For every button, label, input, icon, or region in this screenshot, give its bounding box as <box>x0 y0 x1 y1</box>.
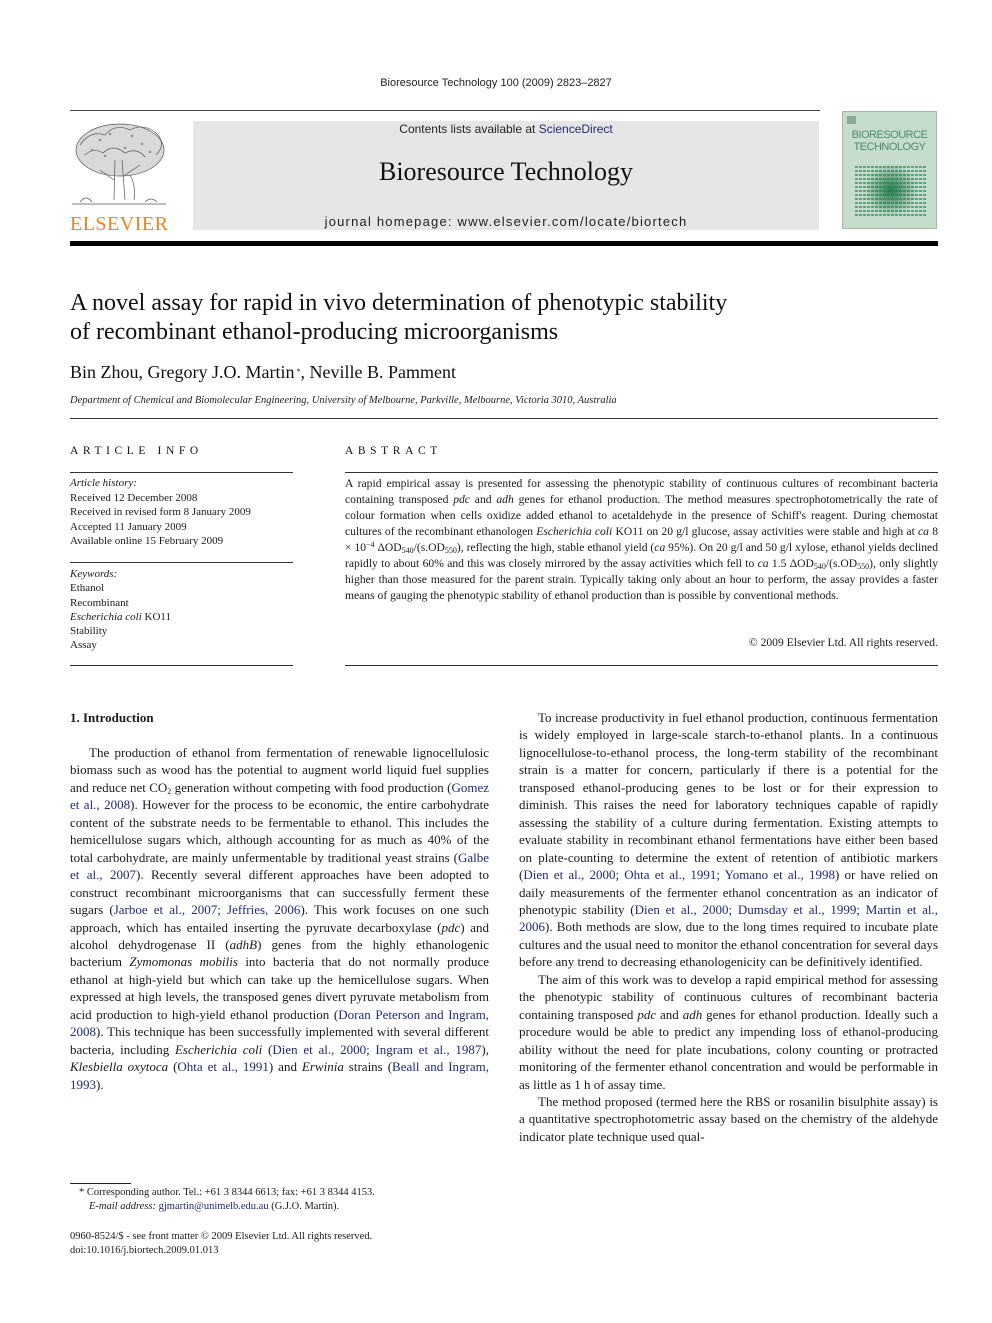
citation-link[interactable]: Dien et al., 2000; Dumsday et al., 1999;… <box>519 902 938 934</box>
history-received: Received 12 December 2008 <box>70 491 198 504</box>
citation-link[interactable]: Doran Peterson and Ingram, 2008 <box>70 1007 489 1039</box>
cover-title-line1: BIORESOURCE <box>851 129 928 141</box>
article-info-heading: ARTICLE INFO <box>70 445 203 457</box>
body-paragraph: The aim of this work was to develop a ra… <box>519 971 938 1092</box>
italic-term: pdc <box>637 1006 657 1022</box>
doi-link[interactable]: doi:10.1016/j.biortech.2009.01.013 <box>70 1244 372 1258</box>
author-name[interactable]: Gregory J.O. Martin <box>148 362 295 382</box>
author-name[interactable]: Bin Zhou <box>70 362 139 382</box>
history-accepted: Accepted 11 January 2009 <box>70 520 187 533</box>
italic-term: adhB <box>229 936 258 952</box>
superscript: −4 <box>366 539 375 549</box>
author-separator: , <box>138 362 148 382</box>
journal-banner: Contents lists available at ScienceDirec… <box>193 121 819 230</box>
contents-availability: Contents lists available at ScienceDirec… <box>193 122 819 136</box>
subscript: 550 <box>857 561 870 571</box>
author-separator: , <box>300 362 310 382</box>
citation-link[interactable]: Dien et al., 2000; Ingram et al., 1987 <box>272 1042 481 1057</box>
subscript: 540 <box>401 545 414 555</box>
corresponding-author-footnote: * Corresponding author. Tel.: +61 3 8344… <box>79 1186 375 1214</box>
cover-dot-pattern <box>855 164 927 216</box>
citation-link[interactable]: Ohta et al., 1991 <box>177 1059 268 1074</box>
keywords-label: Keywords: <box>70 568 118 580</box>
article-info-rule <box>70 472 293 473</box>
journal-cover-thumbnail[interactable]: BIORESOURCE TECHNOLOGY <box>842 111 937 229</box>
history-online: Available online 15 February 2009 <box>70 535 224 547</box>
italic-term: pdc <box>441 919 461 935</box>
elsevier-tree-icon <box>70 120 168 208</box>
abstract-rule <box>345 472 938 473</box>
subscript: 550 <box>444 545 457 555</box>
body-paragraph: The method proposed (termed here the RBS… <box>519 1093 938 1144</box>
italic-term: adh <box>682 1006 703 1022</box>
keywords-list: Keywords: Ethanol Recombinant Escherichi… <box>70 567 171 653</box>
citation-link[interactable]: Jarboe et al., 2007; Jeffries, 2006 <box>114 902 301 917</box>
elsevier-wordmark: ELSEVIER <box>70 213 169 235</box>
italic-term: ca <box>757 556 769 570</box>
cover-title-line2: TECHNOLOGY <box>853 141 926 153</box>
italic-term: pdc <box>453 492 470 506</box>
italic-term: Escherichia coli <box>536 524 613 538</box>
keyword-item: Escherichia coli KO11 <box>70 610 171 624</box>
italic-term: Zymomonas mobilis <box>129 954 238 970</box>
abstract-heading: ABSTRACT <box>345 445 442 457</box>
body-paragraph: To increase productivity in fuel ethanol… <box>519 710 939 970</box>
contents-prefix: Contents lists available at <box>399 122 539 136</box>
italic-term: adh <box>496 492 514 506</box>
footnote-rule <box>70 1183 131 1184</box>
article-info-rule <box>70 665 293 666</box>
sciencedirect-link[interactable]: ScienceDirect <box>539 122 613 136</box>
body-paragraph: The production of ethanol from fermentat… <box>70 745 490 1092</box>
keyword-item: Recombinant <box>70 596 129 609</box>
citation-link[interactable]: Galbe et al., 2007 <box>70 850 489 882</box>
running-header: Bioresource Technology 100 (2009) 2823–2… <box>380 77 612 89</box>
history-revised: Received in revised form 8 January 2009 <box>70 506 251 518</box>
title-line-1: A novel assay for rapid in vivo determin… <box>70 290 728 316</box>
subscript: 540 <box>813 561 826 571</box>
abstract-rule <box>345 665 938 666</box>
title-line-2: of recombinant ethanol-producing microor… <box>70 319 559 345</box>
author-name[interactable]: Neville B. Pamment <box>310 362 456 382</box>
section-heading-introduction: 1. Introduction <box>70 710 154 725</box>
header-rule <box>70 110 820 111</box>
body-column-left: The production of ethanol from fermentat… <box>70 744 489 1093</box>
journal-homepage-link[interactable]: journal homepage: www.elsevier.com/locat… <box>193 214 819 229</box>
history-label: Article history: <box>70 477 137 489</box>
keyword-item: Ethanol <box>70 582 105 595</box>
author-list: Bin Zhou, Gregory J.O. Martin *, Neville… <box>70 362 456 383</box>
italic-term: Klesbiella oxytoca <box>70 1059 169 1075</box>
email-label: E-mail address: <box>89 1201 156 1212</box>
affiliation-rule <box>70 418 938 419</box>
italic-term: Erwinia <box>301 1059 344 1075</box>
citation-link[interactable]: Dien et al., 2000; Ohta et al., 1991; Yo… <box>523 867 835 882</box>
keyword-item: Assay <box>70 639 97 652</box>
footnote-contact: Corresponding author. Tel.: +61 3 8344 6… <box>84 1187 375 1198</box>
italic-term: ca <box>918 524 929 538</box>
email-link[interactable]: gjmartin@unimelb.edu.au <box>159 1201 269 1212</box>
italic-term: Escherichia coli <box>174 1041 263 1057</box>
masthead-rule <box>70 241 938 246</box>
abstract-copyright: © 2009 Elsevier Ltd. All rights reserved… <box>748 636 938 649</box>
article-history: Article history: Received 12 December 20… <box>70 476 251 549</box>
cover-emblem-icon <box>847 116 856 124</box>
issn-line: 0960-8524/$ - see front matter © 2009 El… <box>70 1231 373 1242</box>
article-info-rule <box>70 562 293 563</box>
keyword-item: Stability <box>70 625 108 638</box>
affiliation: Department of Chemical and Biomolecular … <box>70 395 617 406</box>
subscript: 2 <box>167 786 172 796</box>
italic-term: ca <box>654 540 666 554</box>
abstract-text: A rapid empirical assay is presented for… <box>345 477 939 602</box>
journal-title: Bioresource Technology <box>378 157 634 186</box>
citation-link[interactable]: Gomez et al., 2008 <box>70 780 489 812</box>
body-column-right: To increase productivity in fuel ethanol… <box>519 709 938 1145</box>
article-title: A novel assay for rapid in vivo determin… <box>70 289 830 347</box>
email-suffix: (G.J.O. Martin). <box>268 1201 340 1212</box>
elsevier-logo[interactable]: ELSEVIER <box>70 120 170 235</box>
keyword-italic-part: Escherichia coli <box>70 610 142 623</box>
front-matter: 0960-8524/$ - see front matter © 2009 El… <box>70 1230 372 1258</box>
keyword-plain-part: KO11 <box>141 610 172 623</box>
